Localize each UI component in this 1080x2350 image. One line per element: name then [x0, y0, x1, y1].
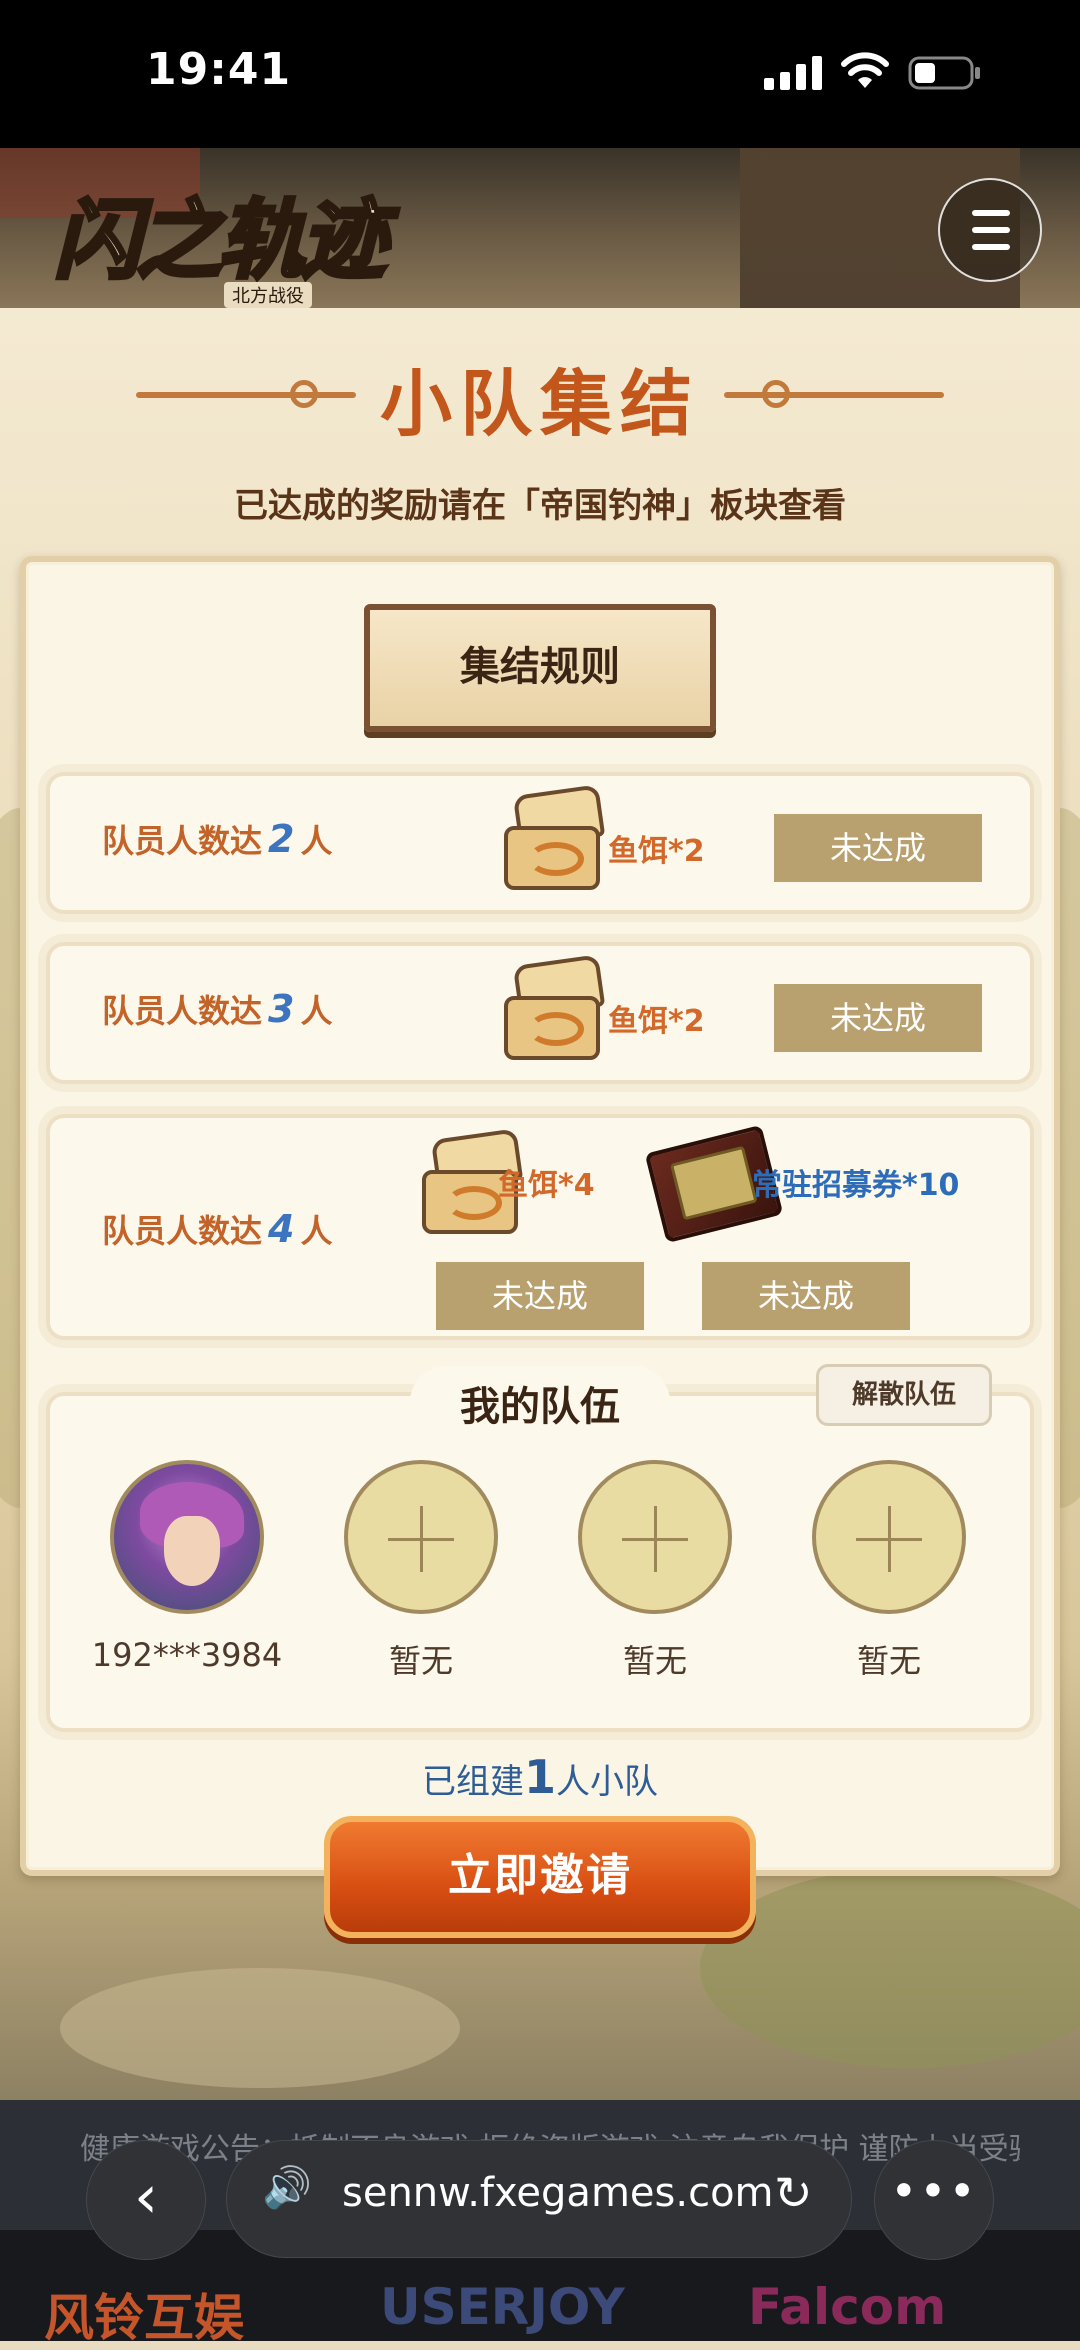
rules-button[interactable]: 集结规则: [364, 604, 716, 732]
logo-subtitle: 北方战役: [224, 282, 312, 308]
game-logo: 闪之轨迹 北方战役: [48, 170, 388, 320]
add-member-slot[interactable]: [812, 1460, 966, 1614]
cellular-signal-icon: [764, 56, 822, 90]
reward-row-2: 队员人数达 2 人 鱼饵*2 未达成: [46, 772, 1034, 914]
reward-condition: 队员人数达 3 人: [102, 987, 333, 1031]
bait-chest-icon: [504, 784, 606, 890]
reward-status-badge: 未达成: [774, 814, 982, 882]
reward-status-badge: 未达成: [702, 1262, 910, 1330]
reload-icon[interactable]: ↻: [774, 2166, 813, 2220]
member-name: 暂无: [622, 1642, 687, 1680]
url-text: sennw.fxegames.com: [342, 2170, 774, 2216]
brand-logo: USERJOY: [380, 2278, 625, 2336]
member-name: 暂无: [388, 1642, 453, 1680]
reward-condition: 队员人数达 4 人: [102, 1207, 333, 1251]
member-avatar: [110, 1460, 264, 1614]
reward-label: 常驻招募券*10: [752, 1168, 960, 1203]
member-name: 192***3984: [91, 1636, 283, 1674]
menu-button[interactable]: [938, 178, 1042, 282]
brand-logo: 风铃互娱: [44, 2289, 244, 2347]
reward-row-3: 队员人数达 3 人 鱼饵*2 未达成: [46, 942, 1034, 1084]
add-member-slot[interactable]: [578, 1460, 732, 1614]
battery-icon: [908, 56, 980, 90]
status-time: 19:41: [146, 44, 292, 95]
page-audio-icon[interactable]: 🔊: [262, 2164, 312, 2234]
team-title: 我的队伍: [460, 1384, 620, 1430]
wifi-icon: [841, 52, 889, 88]
add-member-slot[interactable]: [344, 1460, 498, 1614]
bait-chest-icon: [504, 954, 606, 1060]
team-size-text: 已组建1人小队: [421, 1750, 658, 1804]
page-title: 小队集结: [379, 361, 700, 446]
reward-label: 鱼饵*2: [608, 1004, 705, 1039]
browser-more-button[interactable]: •••: [874, 2140, 994, 2260]
more-dots-icon: •••: [890, 2164, 978, 2218]
logo-title: 闪之轨迹: [52, 188, 388, 293]
brand-logo: Falcom: [748, 2278, 947, 2336]
disband-team-button[interactable]: 解散队伍: [816, 1364, 992, 1426]
chevron-left-icon: ‹: [134, 2162, 158, 2232]
browser-back-button[interactable]: ‹: [86, 2140, 206, 2260]
reward-condition: 队员人数达 2 人: [102, 817, 333, 861]
invite-button[interactable]: 立即邀请: [324, 1816, 756, 1938]
member-name: 暂无: [856, 1642, 921, 1680]
reward-row-4: 队员人数达 4 人 鱼饵*4 常驻招募券*10 未达成 未达成: [46, 1114, 1034, 1340]
reward-label: 鱼饵*2: [608, 834, 705, 869]
page-subtitle: 已达成的奖励请在「帝国钓神」板块查看: [234, 486, 846, 526]
reward-status-badge: 未达成: [774, 984, 982, 1052]
reward-status-badge: 未达成: [436, 1262, 644, 1330]
reward-label: 鱼饵*4: [498, 1168, 595, 1203]
